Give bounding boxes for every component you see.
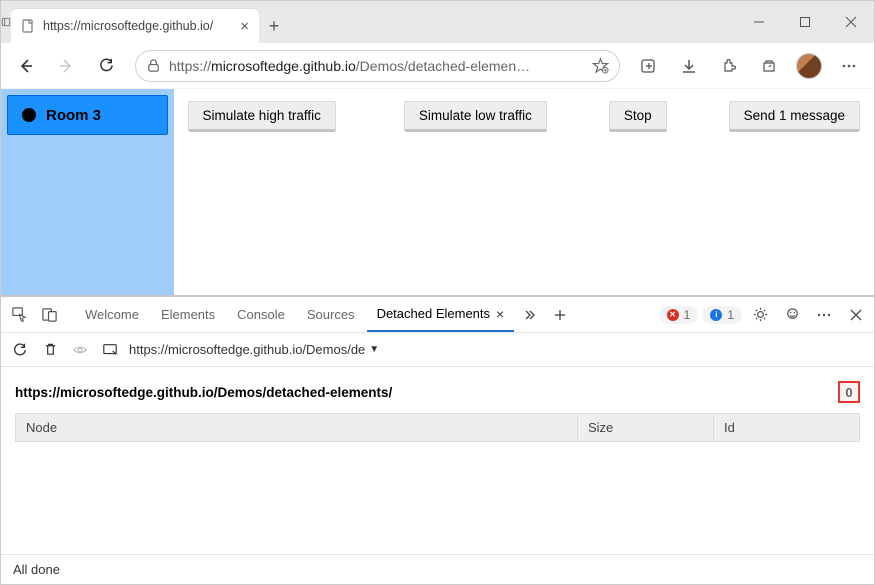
detached-table-body <box>15 442 860 554</box>
collections-button[interactable] <box>632 49 666 83</box>
browser-tab[interactable]: https://microsoftedge.github.io/ × <box>11 9 259 43</box>
frame-dropdown[interactable]: https://microsoftedge.github.io/Demos/de… <box>129 342 379 357</box>
tab-detached-elements[interactable]: Detached Elements× <box>367 297 515 332</box>
stop-button[interactable]: Stop <box>609 101 667 132</box>
send-message-button[interactable]: Send 1 message <box>729 101 860 132</box>
menu-button[interactable] <box>832 49 866 83</box>
settings-icon[interactable] <box>746 301 774 329</box>
trash-icon[interactable] <box>39 336 61 364</box>
simulate-low-button[interactable]: Simulate low traffic <box>404 101 547 132</box>
devtools-menu-icon[interactable] <box>810 301 838 329</box>
more-tabs-icon[interactable] <box>516 301 544 329</box>
tab-close-button[interactable]: × <box>240 18 249 35</box>
device-toolbar-icon[interactable] <box>35 301 63 329</box>
window-close-button[interactable] <box>828 1 874 43</box>
performance-button[interactable] <box>752 49 786 83</box>
column-size[interactable]: Size <box>578 414 714 441</box>
favorite-icon[interactable] <box>592 57 609 74</box>
detached-table-header: Node Size Id <box>15 413 860 442</box>
column-id[interactable]: Id <box>714 414 859 441</box>
rooms-sidebar: Room 3 <box>1 89 174 295</box>
minimize-button[interactable] <box>736 1 782 43</box>
tab-welcome[interactable]: Welcome <box>75 297 149 332</box>
info-count-pill[interactable]: i1 <box>702 306 742 324</box>
devtools-statusbar: All done <box>1 554 874 584</box>
page-body: Simulate high traffic Simulate low traff… <box>174 89 874 295</box>
room-card[interactable]: Room 3 <box>7 95 168 135</box>
status-text: All done <box>13 562 60 577</box>
page-icon <box>21 19 35 33</box>
page-url-text: https://microsoftedge.github.io/Demos/de… <box>15 385 392 400</box>
inspect-element-icon[interactable] <box>5 301 33 329</box>
maximize-button[interactable] <box>782 1 828 43</box>
devtools-close-icon[interactable] <box>842 301 870 329</box>
add-tab-icon[interactable] <box>546 301 574 329</box>
browser-toolbar: https://microsoftedge.github.io/Demos/de… <box>1 43 874 89</box>
address-bar[interactable]: https://microsoftedge.github.io/Demos/de… <box>135 50 620 82</box>
tab-sources[interactable]: Sources <box>297 297 365 332</box>
room-status-dot <box>22 108 36 122</box>
site-info-icon[interactable] <box>146 58 161 73</box>
tab-title: https://microsoftedge.github.io/ <box>43 19 232 33</box>
back-button[interactable] <box>9 49 43 83</box>
simulate-high-button[interactable]: Simulate high traffic <box>188 101 336 132</box>
window-titlebar: https://microsoftedge.github.io/ × + <box>1 1 874 43</box>
page-content: Room 3 Simulate high traffic Simulate lo… <box>1 89 874 295</box>
close-icon[interactable]: × <box>496 306 504 322</box>
screen-icon[interactable] <box>99 336 121 364</box>
url-text: https://microsoftedge.github.io/Demos/de… <box>169 58 584 74</box>
error-count-pill[interactable]: ✕1 <box>659 306 699 324</box>
eye-icon[interactable] <box>69 336 91 364</box>
refresh-icon[interactable] <box>9 336 31 364</box>
detached-toolbar: https://microsoftedge.github.io/Demos/de… <box>1 333 874 367</box>
detached-elements-page: https://microsoftedge.github.io/Demos/de… <box>1 367 874 554</box>
extensions-button[interactable] <box>712 49 746 83</box>
window-controls <box>736 1 874 43</box>
room-label: Room 3 <box>46 107 101 124</box>
column-node[interactable]: Node <box>16 414 578 441</box>
devtools-panel: Welcome Elements Console Sources Detache… <box>1 295 874 584</box>
new-tab-button[interactable]: + <box>259 9 289 43</box>
profile-avatar[interactable] <box>792 49 826 83</box>
tab-console[interactable]: Console <box>227 297 295 332</box>
feedback-icon[interactable] <box>778 301 806 329</box>
devtools-tabbar: Welcome Elements Console Sources Detache… <box>1 297 874 333</box>
refresh-button[interactable] <box>89 49 123 83</box>
detached-count-badge: 0 <box>838 381 860 403</box>
forward-button[interactable] <box>49 49 83 83</box>
downloads-button[interactable] <box>672 49 706 83</box>
tab-actions-button[interactable] <box>1 1 11 43</box>
tab-elements[interactable]: Elements <box>151 297 225 332</box>
